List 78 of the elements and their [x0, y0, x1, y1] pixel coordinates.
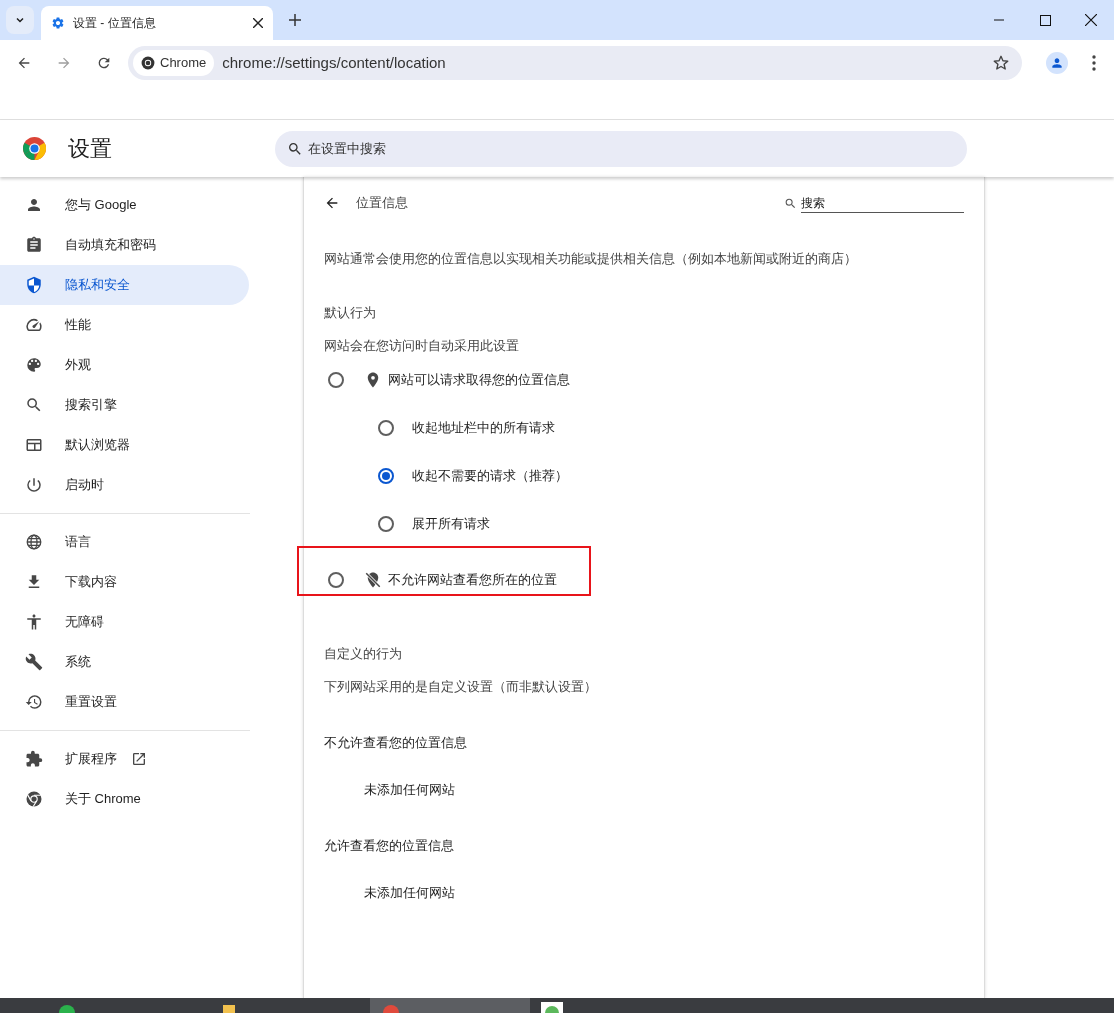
taskbar-app-icon[interactable]	[58, 1002, 76, 1013]
sidebar-item[interactable]: 关于 Chrome	[0, 779, 249, 819]
close-tab-icon[interactable]	[253, 18, 263, 28]
address-bar[interactable]: Chrome chrome://settings/content/location	[128, 46, 1022, 80]
sidebar-item[interactable]: 搜索引擎	[0, 385, 249, 425]
section-heading: 默认行为	[324, 303, 377, 322]
chrome-logo-icon	[25, 790, 43, 808]
option-label: 收起不需要的请求（推荐）	[412, 466, 568, 485]
sidebar-item[interactable]: 无障碍	[0, 602, 249, 642]
settings-title: 设置	[68, 135, 112, 163]
sidebar-item[interactable]: 启动时	[0, 465, 249, 505]
option-label: 网站可以请求取得您的位置信息	[388, 370, 570, 389]
globe-icon	[25, 533, 43, 551]
reload-icon	[96, 55, 112, 71]
page-search-field[interactable]: 搜索	[801, 193, 964, 213]
search-icon	[25, 396, 43, 414]
back-arrow-icon	[16, 55, 32, 71]
menu-icon	[1092, 55, 1096, 71]
radio-button[interactable]	[378, 419, 394, 436]
shield-icon	[25, 276, 43, 294]
radio-button[interactable]	[378, 467, 394, 484]
tab-title: 设置 - 位置信息	[73, 15, 157, 32]
sidebar-item[interactable]: 性能	[0, 305, 249, 345]
sidebar-item[interactable]: 您与 Google	[0, 185, 249, 225]
accessibility-icon	[25, 613, 43, 631]
section-subtitle: 网站会在您访问时自动采用此设置	[324, 337, 520, 355]
radio-button[interactable]	[378, 515, 394, 532]
radio-button[interactable]	[328, 371, 344, 388]
option-label: 收起地址栏中的所有请求	[412, 418, 555, 437]
sidebar-item[interactable]: 下载内容	[0, 562, 249, 602]
chrome-logo-icon	[23, 137, 46, 160]
page-title: 位置信息	[356, 194, 408, 213]
sidebar-item[interactable]: 默认浏览器	[0, 425, 249, 465]
sidebar-item[interactable]: 隐私和安全	[0, 265, 249, 305]
history-icon	[25, 693, 43, 711]
sidebar-item[interactable]: 重置设置	[0, 682, 249, 722]
close-icon	[1085, 14, 1097, 26]
wrench-icon	[25, 653, 43, 671]
chrome-logo-icon	[141, 56, 155, 70]
sidebar-item[interactable]: 自动填充和密码	[0, 225, 249, 265]
clipboard-icon	[25, 236, 43, 254]
minimize-icon	[994, 19, 1004, 21]
section-subtitle: 下列网站采用的是自定义设置（而非默认设置）	[324, 678, 598, 696]
search-icon	[784, 196, 797, 210]
power-icon	[25, 476, 43, 494]
gauge-icon	[25, 316, 43, 334]
site-chip[interactable]: Chrome	[133, 50, 215, 76]
list-heading: 不允许查看您的位置信息	[324, 733, 468, 752]
settings-search-field[interactable]: 在设置中搜索	[275, 130, 967, 167]
radio-button[interactable]	[328, 571, 344, 588]
empty-list-text: 未添加任何网站	[364, 884, 456, 902]
url-text: chrome://settings/content/location	[222, 52, 446, 73]
sidebar-item[interactable]: 扩展程序	[0, 739, 249, 779]
sidebar-item[interactable]: 外观	[0, 345, 249, 385]
sidebar-item[interactable]: 系统	[0, 642, 249, 682]
puzzle-icon	[25, 750, 43, 768]
option-label: 不允许网站查看您所在的位置	[388, 570, 557, 589]
search-icon	[287, 140, 303, 157]
star-icon[interactable]	[992, 54, 1010, 72]
location-off-icon	[364, 570, 382, 589]
gear-icon	[51, 16, 65, 30]
forward-arrow-icon	[56, 55, 72, 71]
sidebar-item[interactable]: 语言	[0, 522, 249, 562]
browser-tab[interactable]: 设置 - 位置信息	[41, 6, 273, 40]
palette-icon	[25, 356, 43, 374]
back-arrow-icon	[324, 195, 340, 211]
plus-icon	[289, 14, 301, 26]
person-icon	[25, 196, 43, 214]
section-heading: 自定义的行为	[324, 644, 403, 663]
empty-list-text: 未添加任何网站	[364, 781, 456, 799]
profile-button[interactable]	[1046, 52, 1068, 74]
person-icon	[1050, 56, 1064, 70]
browser-window-icon	[25, 436, 43, 454]
description-text: 网站通常会使用您的位置信息以实现相关功能或提供相关信息（例如本地新闻或附近的商店）	[324, 250, 858, 268]
list-heading: 允许查看您的位置信息	[324, 836, 455, 855]
maximize-icon	[1039, 14, 1051, 26]
option-label: 展开所有请求	[412, 514, 490, 533]
taskbar-chrome-icon	[382, 1003, 400, 1013]
